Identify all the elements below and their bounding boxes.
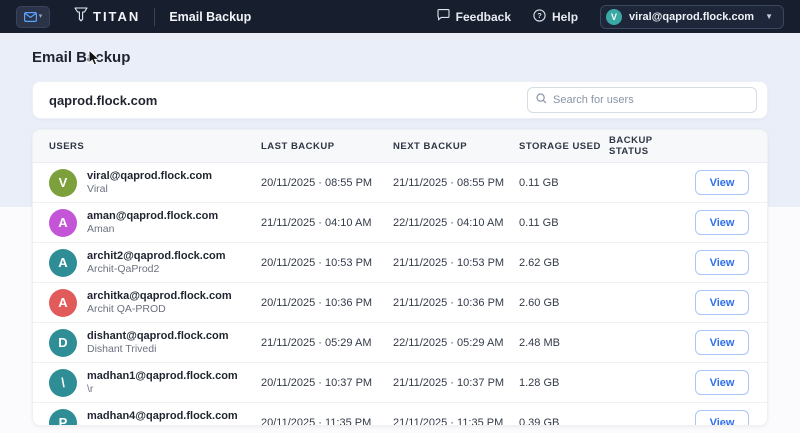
- storage-used-value: 1.28 GB: [519, 377, 609, 389]
- user-email: madhan1@qaprod.flock.com: [87, 370, 238, 382]
- svg-text:?: ?: [537, 11, 542, 20]
- storage-used-value: 2.48 MB: [519, 337, 609, 349]
- user-cell: A archit2@qaprod.flock.com Archit-QaProd…: [49, 249, 261, 277]
- user-avatar: A: [49, 249, 77, 277]
- brand-name: TITAN: [93, 9, 140, 24]
- feedback-label: Feedback: [456, 10, 511, 24]
- last-backup-value: 20/11/2025 · 10:37 PM: [261, 377, 393, 389]
- search-icon: [536, 91, 547, 109]
- next-backup-value: 21/11/2025 · 08:55 PM: [393, 177, 519, 189]
- search-box: [527, 87, 757, 113]
- user-cell: \ madhan1@qaprod.flock.com \r: [49, 369, 261, 397]
- search-input[interactable]: [553, 94, 748, 106]
- nav-app-title: Email Backup: [169, 10, 251, 24]
- table-body: V viral@qaprod.flock.com Viral 20/11/202…: [33, 163, 767, 426]
- next-backup-value: 21/11/2025 · 10:53 PM: [393, 257, 519, 269]
- view-button[interactable]: View: [695, 410, 749, 426]
- nav-divider: [154, 8, 155, 26]
- user-email: dishant@qaprod.flock.com: [87, 330, 229, 342]
- table-row: A aman@qaprod.flock.com Aman 21/11/2025 …: [33, 203, 767, 243]
- last-backup-value: 20/11/2025 · 11:35 PM: [261, 417, 393, 427]
- table-row: P madhan4@qaprod.flock.com 20/11/2025 · …: [33, 403, 767, 426]
- user-cell: P madhan4@qaprod.flock.com: [49, 409, 261, 427]
- view-button[interactable]: View: [695, 170, 749, 195]
- col-next-backup: NEXT BACKUP: [393, 141, 519, 152]
- table-row: A architka@qaprod.flock.com Archit QA-PR…: [33, 283, 767, 323]
- user-email: architka@qaprod.flock.com: [87, 290, 232, 302]
- user-name: Dishant Trivedi: [87, 343, 229, 355]
- user-cell: D dishant@qaprod.flock.com Dishant Trive…: [49, 329, 261, 357]
- help-icon: ?: [533, 9, 546, 25]
- last-backup-value: 20/11/2025 · 08:55 PM: [261, 177, 393, 189]
- storage-used-value: 2.62 GB: [519, 257, 609, 269]
- last-backup-value: 21/11/2025 · 04:10 AM: [261, 217, 393, 229]
- table-row: V viral@qaprod.flock.com Viral 20/11/202…: [33, 163, 767, 203]
- account-avatar: V: [606, 9, 622, 25]
- user-email: aman@qaprod.flock.com: [87, 210, 218, 222]
- user-name: Viral: [87, 183, 212, 195]
- user-name: Archit-QaProd2: [87, 263, 225, 275]
- main-content: Email Backup qaprod.flock.com USERS LAST…: [0, 33, 800, 426]
- next-backup-value: 22/11/2025 · 05:29 AM: [393, 337, 519, 349]
- view-button[interactable]: View: [695, 330, 749, 355]
- user-name: Archit QA-PROD: [87, 303, 232, 315]
- account-email: viral@qaprod.flock.com: [629, 11, 754, 23]
- user-avatar: V: [49, 169, 77, 197]
- help-button[interactable]: ? Help: [533, 9, 578, 25]
- user-name: \r: [87, 383, 238, 395]
- user-avatar: A: [49, 209, 77, 237]
- account-caret-icon: ▼: [765, 12, 773, 21]
- user-avatar: D: [49, 329, 77, 357]
- user-cell: V viral@qaprod.flock.com Viral: [49, 169, 261, 197]
- view-button[interactable]: View: [695, 370, 749, 395]
- last-backup-value: 20/11/2025 · 10:53 PM: [261, 257, 393, 269]
- help-label: Help: [552, 10, 578, 24]
- table-row: A archit2@qaprod.flock.com Archit-QaProd…: [33, 243, 767, 283]
- user-cell: A aman@qaprod.flock.com Aman: [49, 209, 261, 237]
- user-avatar: A: [49, 289, 77, 317]
- users-table: USERS LAST BACKUP NEXT BACKUP STORAGE US…: [32, 129, 768, 426]
- next-backup-value: 21/11/2025 · 11:35 PM: [393, 417, 519, 427]
- app-switcher-button[interactable]: ▾: [16, 6, 50, 28]
- titan-logo-icon: [74, 7, 88, 27]
- mail-icon: [24, 12, 37, 22]
- domain-name: qaprod.flock.com: [49, 93, 157, 108]
- col-backup-status: BACKUP STATUS: [609, 135, 695, 157]
- next-backup-value: 21/11/2025 · 10:36 PM: [393, 297, 519, 309]
- table-row: D dishant@qaprod.flock.com Dishant Trive…: [33, 323, 767, 363]
- feedback-icon: [437, 9, 450, 24]
- user-cell: A architka@qaprod.flock.com Archit QA-PR…: [49, 289, 261, 317]
- last-backup-value: 21/11/2025 · 05:29 AM: [261, 337, 393, 349]
- user-avatar: \: [49, 369, 77, 397]
- domain-card: qaprod.flock.com: [32, 81, 768, 119]
- next-backup-value: 21/11/2025 · 10:37 PM: [393, 377, 519, 389]
- top-navbar: ▾ TITAN Email Backup Feedback ?: [0, 0, 800, 33]
- view-button[interactable]: View: [695, 250, 749, 275]
- storage-used-value: 0.11 GB: [519, 217, 609, 229]
- table-row: \ madhan1@qaprod.flock.com \r 20/11/2025…: [33, 363, 767, 403]
- storage-used-value: 0.11 GB: [519, 177, 609, 189]
- last-backup-value: 20/11/2025 · 10:36 PM: [261, 297, 393, 309]
- titan-logo: TITAN: [74, 7, 140, 27]
- user-avatar: P: [49, 409, 77, 427]
- col-storage-used: STORAGE USED: [519, 141, 609, 152]
- user-email: archit2@qaprod.flock.com: [87, 250, 225, 262]
- storage-used-value: 0.39 GB: [519, 417, 609, 427]
- user-name: Aman: [87, 223, 218, 235]
- view-button[interactable]: View: [695, 210, 749, 235]
- account-menu[interactable]: V viral@qaprod.flock.com ▼: [600, 5, 784, 29]
- col-users: USERS: [49, 141, 261, 152]
- page-title: Email Backup: [32, 49, 768, 66]
- col-last-backup: LAST BACKUP: [261, 141, 393, 152]
- user-name: [87, 423, 238, 426]
- user-email: viral@qaprod.flock.com: [87, 170, 212, 182]
- feedback-button[interactable]: Feedback: [437, 9, 511, 24]
- storage-used-value: 2.60 GB: [519, 297, 609, 309]
- next-backup-value: 22/11/2025 · 04:10 AM: [393, 217, 519, 229]
- view-button[interactable]: View: [695, 290, 749, 315]
- chevron-down-icon: ▾: [39, 13, 43, 20]
- table-header-row: USERS LAST BACKUP NEXT BACKUP STORAGE US…: [33, 130, 767, 163]
- user-email: madhan4@qaprod.flock.com: [87, 410, 238, 422]
